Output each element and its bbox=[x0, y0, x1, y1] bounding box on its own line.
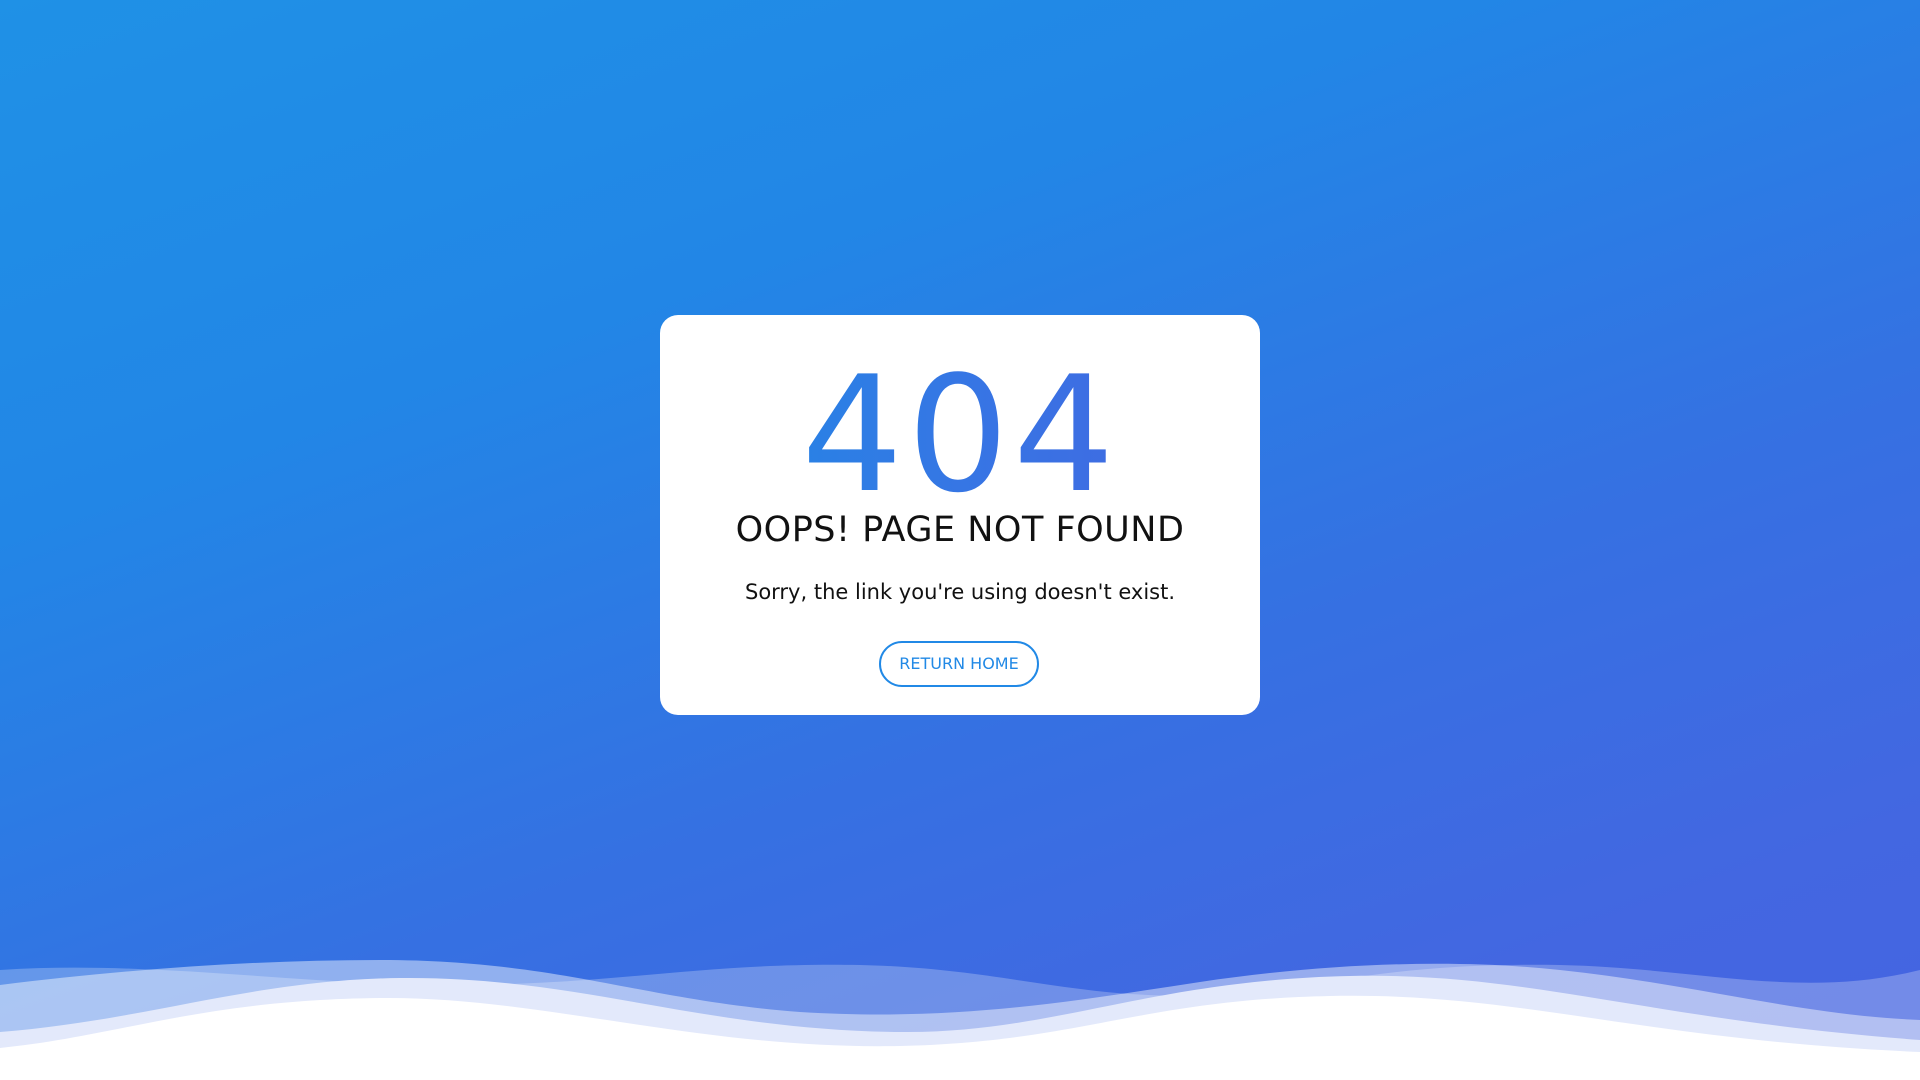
error-headline: OOPS! PAGE NOT FOUND bbox=[735, 510, 1185, 550]
wave-decoration bbox=[0, 960, 1920, 1080]
error-page: 404 OOPS! PAGE NOT FOUND Sorry, the link… bbox=[0, 0, 1920, 1080]
error-card: 404 OOPS! PAGE NOT FOUND Sorry, the link… bbox=[660, 315, 1260, 715]
return-home-button[interactable]: RETURN HOME bbox=[879, 641, 1039, 687]
error-code: 404 bbox=[660, 345, 1260, 525]
error-message: Sorry, the link you're using doesn't exi… bbox=[744, 580, 1176, 604]
